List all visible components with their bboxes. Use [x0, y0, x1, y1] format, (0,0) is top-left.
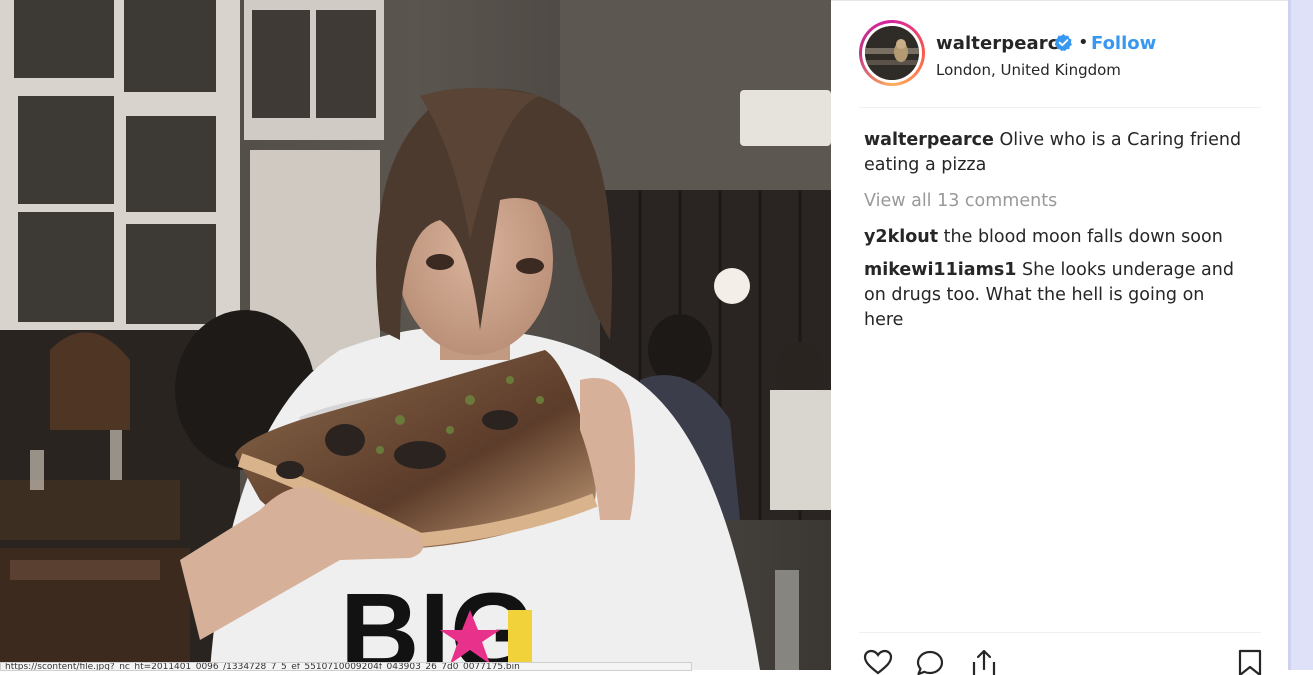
- post-header: walterpearce • Follow London, United Kin…: [859, 20, 1261, 108]
- post-actions-bar: [859, 632, 1263, 675]
- location-link[interactable]: London, United Kingdom: [936, 61, 1121, 79]
- post-photo[interactable]: BIG: [0, 0, 831, 670]
- sweatshirt-print: BIG: [340, 571, 536, 670]
- avatar-image: [865, 26, 919, 80]
- verified-badge-icon: [1055, 34, 1072, 51]
- heart-icon[interactable]: [863, 649, 893, 675]
- comment-item: y2klout the blood moon falls down soon: [864, 225, 1244, 250]
- post-caption: walterpearce Olive who is a Caring frien…: [864, 128, 1244, 178]
- caption-username-link[interactable]: walterpearce: [864, 130, 994, 150]
- window-edge-border: [1288, 0, 1291, 670]
- comment-icon[interactable]: [915, 649, 945, 675]
- sweatshirt-text: BIG: [340, 571, 536, 670]
- post-info-panel: walterpearce • Follow London, United Kin…: [831, 0, 1288, 675]
- photo-illustration: BIG: [0, 0, 831, 670]
- comment-username-link[interactable]: mikewi11iams1: [864, 260, 1016, 280]
- comments-section: walterpearce Olive who is a Caring frien…: [864, 128, 1244, 341]
- view-all-comments-link[interactable]: View all 13 comments: [864, 189, 1244, 214]
- header-username-link[interactable]: walterpearce: [936, 33, 1071, 54]
- comment-text: the blood moon falls down soon: [943, 227, 1223, 247]
- window-edge: [1288, 0, 1313, 670]
- comment-username-link[interactable]: y2klout: [864, 227, 938, 247]
- separator-dot: •: [1078, 32, 1089, 53]
- comment-item: mikewi11iams1 She looks underage and on …: [864, 258, 1244, 333]
- bookmark-icon[interactable]: [1237, 649, 1263, 675]
- avatar[interactable]: [865, 26, 919, 80]
- share-icon[interactable]: [969, 649, 999, 675]
- avatar-story-ring[interactable]: [859, 20, 925, 86]
- follow-button[interactable]: Follow: [1091, 33, 1156, 54]
